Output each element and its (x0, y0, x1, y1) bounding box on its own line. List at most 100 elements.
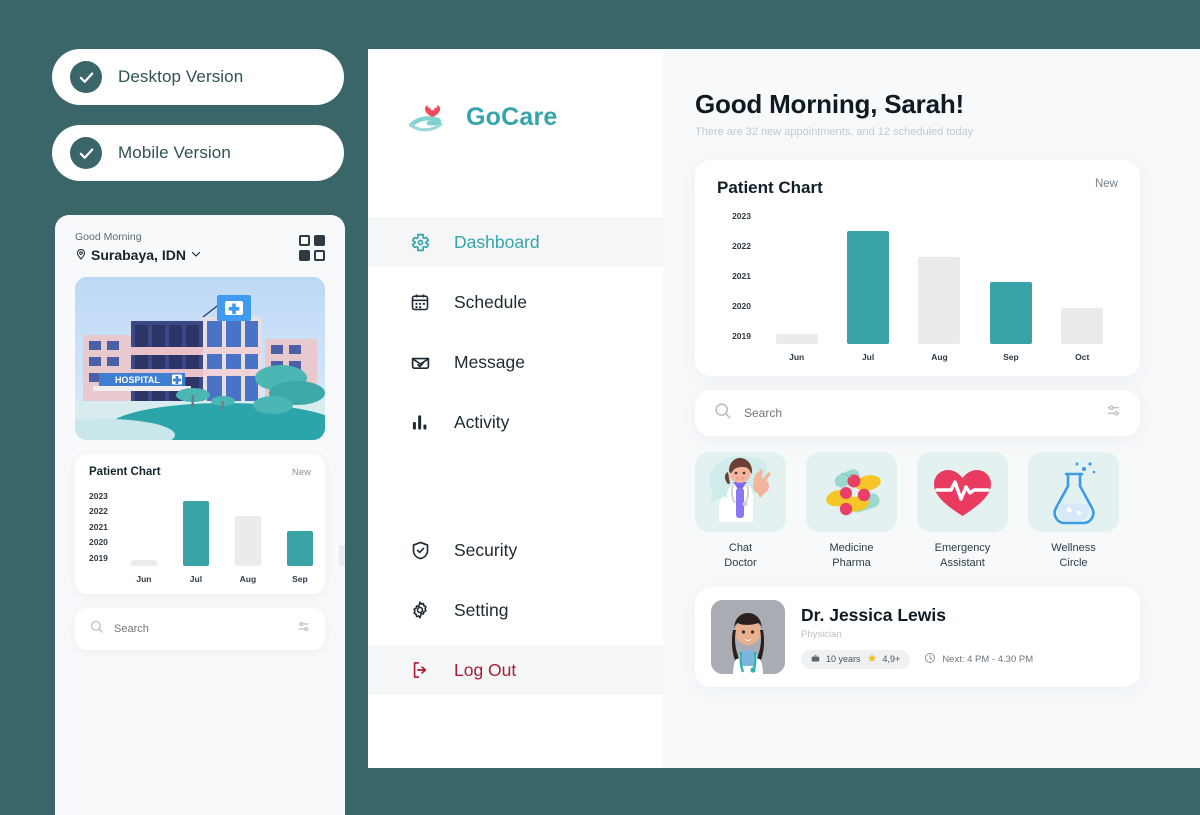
doctor-info: Dr. Jessica Lewis Physician 10 years 4,9… (801, 605, 1033, 669)
patient-chart-header: Patient Chart New (717, 178, 1118, 198)
search-icon (713, 401, 732, 425)
chart-y-tick: 2022 (89, 507, 108, 516)
service-label-line2: Circle (1059, 557, 1087, 569)
sidebar-item-dashboard[interactable]: Dashboard (368, 217, 663, 267)
sidebar-item-label: Message (454, 352, 525, 373)
sidebar-item-schedule[interactable]: Schedule (368, 277, 663, 327)
mobile-location-label: Surabaya, IDN (91, 247, 186, 263)
sidebar-item-security[interactable]: Security (368, 525, 663, 575)
chart-bar (339, 545, 345, 566)
mobile-version-mockup: Good Morning Surabaya, IDN (55, 215, 345, 815)
pills-illustration (806, 452, 897, 532)
clock-icon (924, 652, 936, 667)
briefcase-icon (811, 654, 820, 665)
mobile-chart-y-axis: 20232022202120202019 (89, 492, 108, 584)
check-circle-icon (70, 137, 102, 169)
medical-cross-icon (409, 231, 431, 253)
service-medicine-pharma[interactable]: Medicine Pharma (806, 452, 897, 571)
star-icon (867, 653, 877, 665)
chart-bar (776, 334, 818, 344)
patient-chart-title: Patient Chart (717, 178, 823, 198)
mobile-search-bar[interactable] (75, 608, 325, 650)
chart-y-tick: 2020 (717, 302, 751, 311)
mobile-chart-title: Patient Chart (89, 466, 161, 478)
mobile-greeting: Good Morning (75, 231, 202, 243)
flask-icon (1028, 452, 1119, 532)
bar-chart-icon (409, 411, 431, 433)
page-title: Good Morning, Sarah! (695, 89, 1200, 120)
sidebar-item-label: Dashboard (454, 232, 540, 253)
patient-chart-new-button[interactable]: New (1095, 178, 1118, 190)
chart-bar (287, 531, 313, 566)
chart-bar (1061, 308, 1103, 344)
chart-y-tick: 2019 (89, 554, 108, 563)
doctor-rating: 4,9+ (883, 654, 901, 664)
mobile-hospital-illustration: HOSPITAL (75, 277, 325, 440)
grid-cell (299, 250, 310, 261)
chart-x-tick: Sep (1003, 352, 1019, 362)
mobile-version-pill[interactable]: Mobile Version (52, 125, 344, 181)
chart-bar (990, 282, 1032, 344)
doctor-experience: 10 years (826, 654, 861, 664)
sidebar-item-activity[interactable]: Activity (368, 397, 663, 447)
mobile-chart-new-button[interactable]: New (292, 467, 311, 478)
grid-menu-icon[interactable] (299, 235, 325, 261)
service-label-line2: Assistant (940, 557, 985, 569)
chart-bar-column: Jun (771, 334, 823, 362)
filter-sliders-icon[interactable] (296, 619, 311, 639)
shield-check-icon (409, 539, 431, 561)
grid-cell (314, 235, 325, 246)
search-input[interactable] (744, 406, 1093, 420)
mobile-greeting-block: Good Morning Surabaya, IDN (75, 231, 202, 263)
service-emergency-assistant[interactable]: Emergency Assistant (917, 452, 1008, 571)
doctor-name: Dr. Jessica Lewis (801, 605, 1033, 626)
search-icon (89, 619, 104, 639)
sidebar-item-message[interactable]: Message (368, 337, 663, 387)
doctor-chat-illustration (695, 452, 786, 532)
status-badge: 10 years 4,9+ (801, 650, 910, 669)
chart-x-tick: Jun (789, 352, 804, 362)
sidebar-item-label: Setting (454, 600, 508, 621)
chart-bar (847, 231, 889, 344)
service-wellness-circle[interactable]: Wellness Circle (1028, 452, 1119, 571)
service-label: Medicine Pharma (806, 541, 897, 571)
chart-y-tick: 2022 (717, 242, 751, 251)
hand-heart-icon (409, 97, 455, 137)
chart-bar (235, 516, 261, 566)
sidebar-item-setting[interactable]: Setting (368, 585, 663, 635)
chart-x-tick: Oct (1075, 352, 1089, 362)
chart-bar-column: Jun (118, 560, 170, 584)
search-bar[interactable] (695, 390, 1140, 436)
mobile-location-selector[interactable]: Surabaya, IDN (75, 247, 202, 263)
chart-bar-column: Aug (913, 257, 965, 362)
app-logo-text: GoCare (466, 103, 558, 132)
sidebar-item-logout[interactable]: Log Out (368, 645, 663, 695)
check-circle-icon (70, 61, 102, 93)
app-logo[interactable]: GoCare (368, 97, 663, 137)
sidebar-secondary-nav: Security Setting Log Out (368, 525, 663, 695)
sidebar-item-label: Schedule (454, 292, 527, 313)
service-shortcuts: Chat Doctor (695, 452, 1140, 571)
service-chat-doctor[interactable]: Chat Doctor (695, 452, 786, 571)
mobile-search-input[interactable] (114, 623, 286, 635)
chart-y-tick: 2023 (717, 212, 751, 221)
doctor-card[interactable]: Dr. Jessica Lewis Physician 10 years 4,9… (695, 587, 1140, 687)
service-label-line1: Medicine (829, 542, 873, 554)
chart-bar-column: Jul (842, 231, 894, 362)
service-label-line1: Wellness (1051, 542, 1095, 554)
chart-y-tick: 2019 (717, 332, 751, 341)
chart-bar-column: Jul (170, 501, 222, 584)
sidebar-item-label: Activity (454, 412, 509, 433)
filter-sliders-icon[interactable] (1105, 402, 1122, 424)
gear-icon (409, 599, 431, 621)
desktop-version-pill[interactable]: Desktop Version (52, 49, 344, 105)
grid-cell (299, 235, 310, 246)
chart-plot: Jun Jul Aug Sep Oct (751, 212, 1118, 362)
mobile-version-label: Mobile Version (118, 143, 231, 163)
desktop-version-label: Desktop Version (118, 67, 243, 87)
doctor-next-appointment: Next: 4 PM - 4.30 PM (924, 652, 1033, 667)
chart-x-tick: Aug (240, 574, 257, 584)
chart-bar-column: Aug (222, 516, 274, 584)
main-content: Good Morning, Sarah! There are 32 new ap… (663, 49, 1200, 768)
chart-bar (183, 501, 209, 566)
